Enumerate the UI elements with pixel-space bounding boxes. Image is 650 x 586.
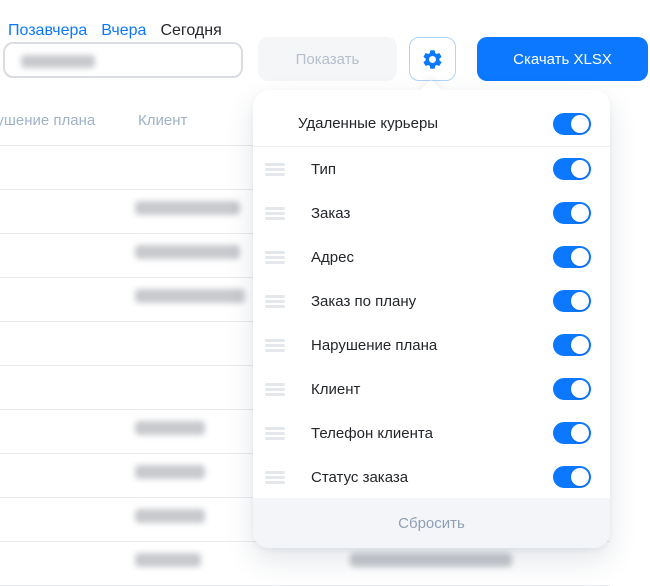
column-label: Телефон клиента — [311, 425, 553, 442]
toggle-switch[interactable] — [553, 466, 591, 488]
drag-handle-icon[interactable] — [265, 339, 285, 352]
column-settings-popover: Удаленные курьеры Тип Заказ Адрес Заказ … — [253, 90, 610, 548]
toggle-knob — [571, 336, 589, 354]
toggle-knob — [571, 115, 589, 133]
column-toggle-row: Тип — [253, 147, 610, 191]
popover-item-list: Тип Заказ Адрес Заказ по плану Нарушение… — [253, 147, 610, 499]
toggle-switch[interactable] — [553, 290, 591, 312]
column-toggle-row: Заказ по плану — [253, 279, 610, 323]
drag-handle-icon[interactable] — [265, 427, 285, 440]
toggle-switch[interactable] — [553, 334, 591, 356]
toggle-knob — [571, 204, 589, 222]
pinned-toggle-row: Удаленные курьеры — [253, 90, 610, 146]
column-label: Тип — [311, 161, 553, 178]
table-row — [0, 542, 610, 586]
drag-handle-icon[interactable] — [265, 163, 285, 176]
toggle-switch[interactable] — [553, 422, 591, 444]
masked-client-cell — [135, 509, 205, 523]
column-toggle-row: Клиент — [253, 367, 610, 411]
drag-handle-icon[interactable] — [265, 383, 285, 396]
drag-handle-icon[interactable] — [265, 251, 285, 264]
column-toggle-row: Нарушение плана — [253, 323, 610, 367]
toggle-knob — [571, 424, 589, 442]
reset-button[interactable]: Сбросить — [253, 498, 610, 548]
masked-client-cell — [135, 245, 240, 259]
toggle-switch[interactable] — [553, 158, 591, 180]
toggle-switch[interactable] — [553, 113, 591, 135]
column-label: Заказ — [311, 205, 553, 222]
toggle-knob — [571, 160, 589, 178]
column-label: Статус заказа — [311, 469, 553, 486]
toggle-switch[interactable] — [553, 202, 591, 224]
toggle-knob — [571, 248, 589, 266]
toggle-knob — [571, 380, 589, 398]
column-toggle-row: Адрес — [253, 235, 610, 279]
masked-phone-cell — [350, 553, 512, 567]
masked-client-cell — [135, 553, 201, 567]
masked-client-cell — [135, 201, 240, 215]
masked-client-cell — [135, 289, 245, 303]
column-label: Клиент — [311, 381, 553, 398]
masked-client-cell — [135, 465, 205, 479]
column-toggle-row: Телефон клиента — [253, 411, 610, 455]
masked-client-cell — [135, 421, 205, 435]
column-label: Удаленные курьеры — [298, 115, 553, 132]
column-header-client: Клиент — [138, 112, 187, 129]
column-label: Адрес — [311, 249, 553, 266]
column-toggle-row: Статус заказа — [253, 455, 610, 499]
drag-handle-icon[interactable] — [265, 207, 285, 220]
column-label: Нарушение плана — [311, 337, 553, 354]
column-label: Заказ по плану — [311, 293, 553, 310]
toggle-knob — [571, 468, 589, 486]
column-header-plan-violation: Нарушение плана — [0, 112, 95, 129]
drag-handle-icon[interactable] — [265, 471, 285, 484]
toggle-knob — [571, 292, 589, 310]
drag-handle-icon[interactable] — [265, 295, 285, 308]
column-toggle-row: Заказ — [253, 191, 610, 235]
toggle-switch[interactable] — [553, 378, 591, 400]
toggle-switch[interactable] — [553, 246, 591, 268]
